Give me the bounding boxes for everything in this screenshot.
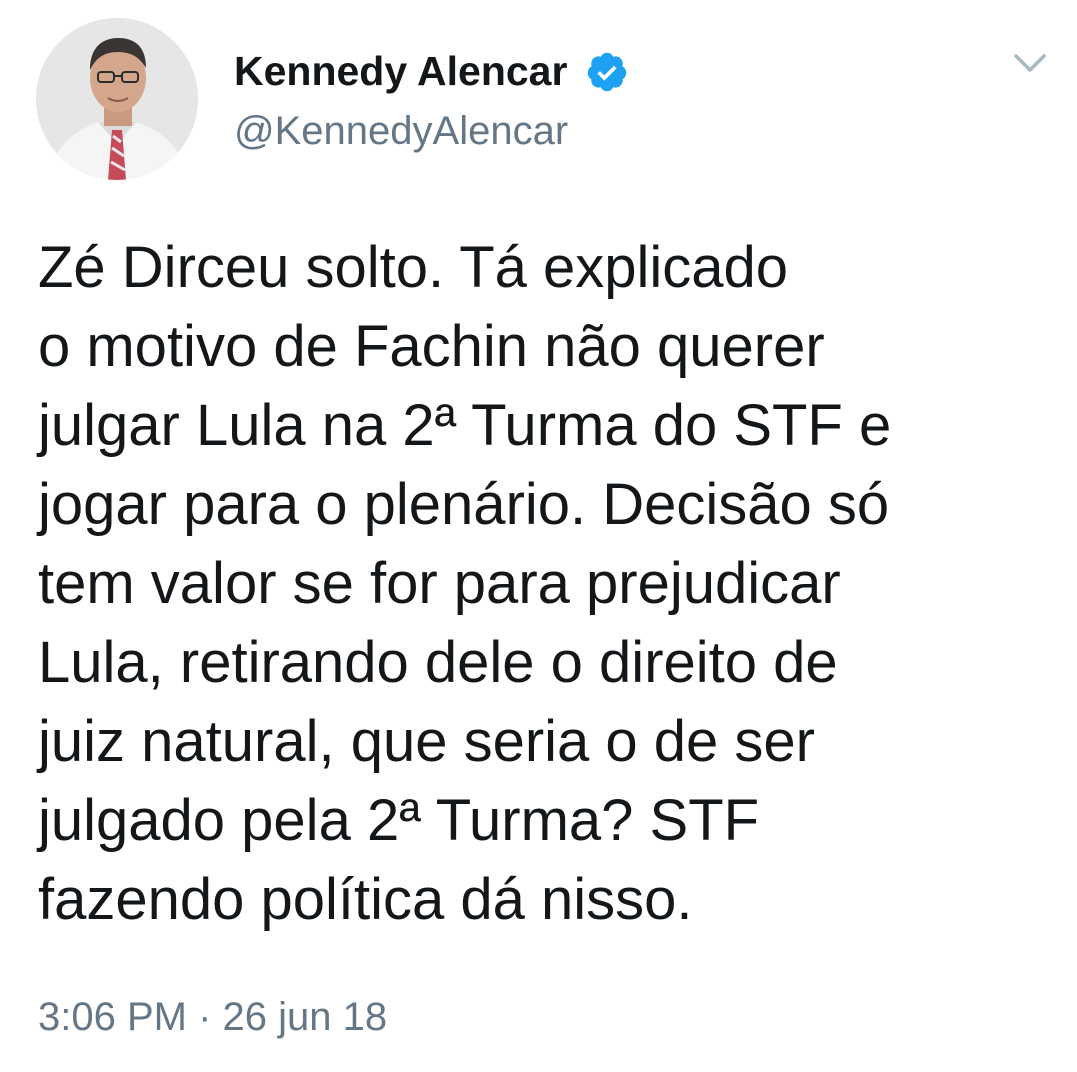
tweet-text-line: Zé Dirceu solto. Tá explicado xyxy=(38,235,789,300)
tweet-text-line: jogar para o plenário. Decisão só xyxy=(38,472,890,537)
tweet-text-line: juiz natural, que seria o de ser xyxy=(38,709,815,774)
tweet-text-line: Lula, retirando dele o direito de xyxy=(38,630,838,695)
tweet-text-line: julgado pela 2ª Turma? STF xyxy=(38,788,760,853)
tweet-timestamp[interactable]: 3:06 PM · 26 jun 18 xyxy=(38,992,387,1042)
chevron-down-icon[interactable] xyxy=(1010,48,1050,78)
tweet-text-line: julgar Lula na 2ª Turma do STF e xyxy=(38,393,892,458)
tweet-time: 3:06 PM xyxy=(38,995,187,1039)
verified-badge-icon xyxy=(587,52,627,92)
avatar[interactable] xyxy=(36,18,198,180)
tweet-text-line: fazendo política dá nisso. xyxy=(38,867,693,932)
display-name[interactable]: Kennedy Alencar xyxy=(234,46,567,96)
tweet-text: Zé Dirceu solto. Tá explicado o motivo d… xyxy=(38,228,1048,939)
timestamp-separator: · xyxy=(198,995,212,1039)
tweet-date: 26 jun 18 xyxy=(222,995,388,1039)
user-handle[interactable]: @KennedyAlencar xyxy=(234,106,568,156)
tweet-text-line: o motivo de Fachin não querer xyxy=(38,314,825,379)
avatar-photo xyxy=(36,18,198,180)
tweet-card: Kennedy Alencar @KennedyAlencar Zé Dirce… xyxy=(0,0,1077,1072)
tweet-text-line: tem valor se for para prejudicar xyxy=(38,551,841,616)
